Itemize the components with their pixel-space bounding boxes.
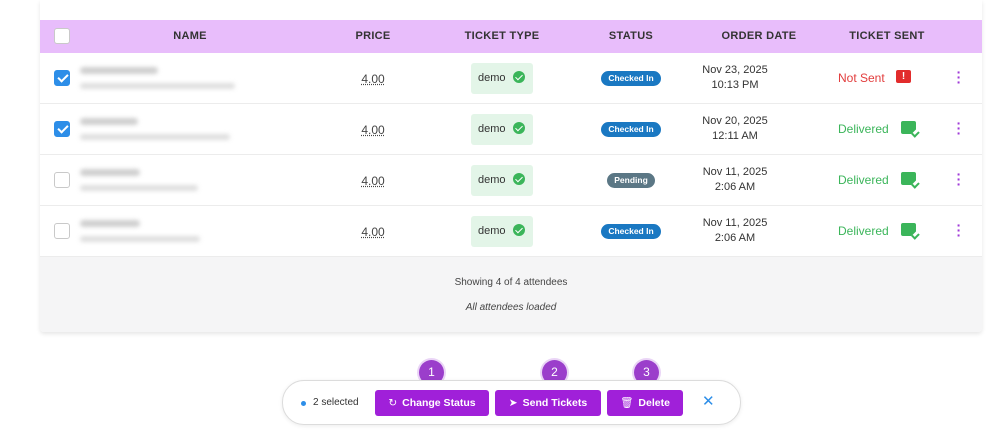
- table-header: NAME PRICE TICKET TYPE STATUS ORDER DATE…: [40, 20, 982, 53]
- ticket-type-badge: demo: [471, 165, 533, 196]
- column-name[interactable]: NAME: [150, 20, 230, 53]
- delivered-message-icon: [901, 223, 916, 236]
- order-date-time: 10:13 PM: [711, 79, 759, 91]
- ticket-sent-status: Delivered: [838, 224, 889, 238]
- row-checkbox[interactable]: [54, 172, 70, 188]
- order-date-time: 2:06 AM: [714, 232, 756, 244]
- price: 4.00: [361, 123, 385, 137]
- column-ticket-sent[interactable]: TICKET SENT: [837, 20, 937, 53]
- send-tickets-button[interactable]: ➤ Send Tickets: [495, 390, 601, 416]
- column-status[interactable]: STATUS: [591, 20, 671, 53]
- select-all-checkbox[interactable]: [54, 28, 70, 44]
- showing-count: Showing 4 of 4 attendees: [454, 277, 568, 288]
- order-date-day: Nov 11, 2025: [702, 217, 768, 229]
- order-date-time: 2:06 AM: [714, 181, 756, 193]
- attendee-email-redacted: [80, 83, 235, 89]
- check-circle-icon: [513, 122, 525, 134]
- send-icon: ➤: [508, 397, 518, 409]
- table-row[interactable]: 4.00 demo Pending Nov 11, 2025 2:06 AM D…: [40, 155, 982, 206]
- alert-message-icon: !: [896, 70, 911, 83]
- row-actions-icon[interactable]: · · ·: [956, 65, 962, 89]
- delete-label: Delete: [638, 397, 670, 409]
- attendee-email-redacted: [80, 185, 198, 191]
- ticket-sent-status: Delivered: [838, 122, 889, 136]
- column-price[interactable]: PRICE: [343, 20, 403, 53]
- attendee-name-redacted: [80, 118, 138, 125]
- ticket-type-label: demo: [478, 123, 506, 135]
- status-badge[interactable]: Checked In: [601, 224, 661, 239]
- selection-dot-icon: [301, 401, 306, 406]
- price: 4.00: [361, 72, 385, 86]
- delete-button[interactable]: 🗑 Delete: [607, 390, 683, 416]
- table-row[interactable]: 4.00 demo Checked In Nov 23, 2025 10:13 …: [40, 53, 982, 104]
- table-row[interactable]: 4.00 demo Checked In Nov 11, 2025 2:06 A…: [40, 206, 982, 257]
- ticket-type-label: demo: [478, 174, 506, 186]
- change-status-button[interactable]: ↻ Change Status: [375, 390, 489, 416]
- status-badge[interactable]: Checked In: [601, 71, 661, 86]
- order-date: Nov 11, 2025 2:06 AM: [690, 165, 780, 195]
- ticket-sent-status: Delivered: [838, 173, 889, 187]
- check-circle-icon: [513, 173, 525, 185]
- attendee-name-redacted: [80, 169, 140, 176]
- row-actions-icon[interactable]: · · ·: [956, 116, 962, 140]
- selected-count: 2 selected: [313, 397, 359, 408]
- attendee-email-redacted: [80, 236, 200, 242]
- order-date: Nov 20, 2025 12:11 AM: [690, 114, 780, 144]
- delivered-message-icon: [901, 172, 916, 185]
- attendees-table: NAME PRICE TICKET TYPE STATUS ORDER DATE…: [40, 0, 982, 332]
- row-actions-icon[interactable]: · · ·: [956, 218, 962, 242]
- send-tickets-label: Send Tickets: [522, 397, 588, 409]
- row-actions-icon[interactable]: · · ·: [956, 167, 962, 191]
- row-checkbox[interactable]: [54, 70, 70, 86]
- attendee-name-redacted: [80, 67, 158, 74]
- attendee-email-redacted: [80, 134, 230, 140]
- status-badge[interactable]: Checked In: [601, 122, 661, 137]
- order-date: Nov 11, 2025 2:06 AM: [690, 216, 780, 246]
- bulk-action-bar: 2 selected ↻ Change Status ➤ Send Tickets …: [282, 380, 741, 425]
- table-footer: Showing 4 of 4 attendees All attendees l…: [40, 257, 982, 332]
- delivered-message-icon: [901, 121, 916, 134]
- order-date-time: 12:11 AM: [712, 130, 758, 142]
- row-checkbox[interactable]: [54, 223, 70, 239]
- column-ticket-type[interactable]: TICKET TYPE: [452, 20, 552, 53]
- refresh-icon: ↻: [388, 397, 398, 409]
- order-date-day: Nov 20, 2025: [702, 115, 768, 127]
- row-checkbox[interactable]: [54, 121, 70, 137]
- price: 4.00: [361, 174, 385, 188]
- attendee-name-redacted: [80, 220, 140, 227]
- check-circle-icon: [513, 224, 525, 236]
- trash-icon: 🗑: [620, 397, 634, 409]
- ticket-type-label: demo: [478, 225, 506, 237]
- ticket-type-badge: demo: [471, 63, 533, 94]
- ticket-type-badge: demo: [471, 216, 533, 247]
- ticket-type-badge: demo: [471, 114, 533, 145]
- status-badge[interactable]: Pending: [607, 173, 655, 188]
- all-loaded-note: All attendees loaded: [465, 302, 557, 313]
- order-date: Nov 23, 2025 10:13 PM: [690, 63, 780, 93]
- ticket-sent-status: Not Sent: [838, 71, 885, 85]
- close-icon[interactable]: ✕: [702, 392, 715, 410]
- order-date-day: Nov 11, 2025: [702, 166, 768, 178]
- check-circle-icon: [513, 71, 525, 83]
- ticket-type-label: demo: [478, 72, 506, 84]
- table-row[interactable]: 4.00 demo Checked In Nov 20, 2025 12:11 …: [40, 104, 982, 155]
- column-order-date[interactable]: ORDER DATE: [709, 20, 809, 53]
- price: 4.00: [361, 225, 385, 239]
- order-date-day: Nov 23, 2025: [702, 64, 768, 76]
- change-status-label: Change Status: [402, 397, 476, 409]
